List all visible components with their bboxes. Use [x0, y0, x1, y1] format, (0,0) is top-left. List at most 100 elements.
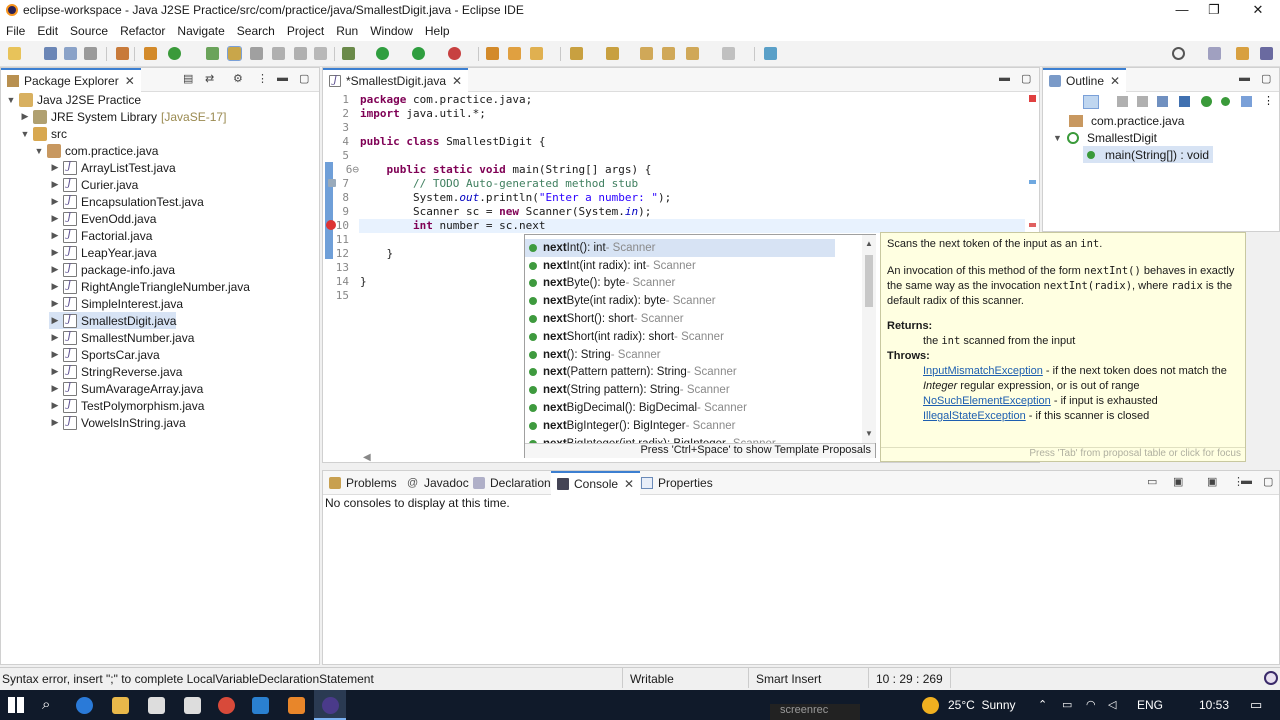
- proposal-item[interactable]: nextBigInteger(int radix) : BigInteger -…: [525, 435, 835, 443]
- show-members-icon[interactable]: [1201, 96, 1212, 107]
- chevron-right-icon[interactable]: ▶: [49, 366, 61, 377]
- menu-help[interactable]: Help: [425, 24, 450, 38]
- tree-file[interactable]: ▶ TestPolymorphism.java: [49, 397, 204, 414]
- open-console-icon[interactable]: ▣: [1207, 475, 1217, 488]
- tree-file[interactable]: ▶ package-info.java: [49, 261, 175, 278]
- tree-file[interactable]: ▶ SimpleInterest.java: [49, 295, 183, 312]
- store-icon[interactable]: [148, 697, 165, 714]
- menu-run[interactable]: Run: [336, 24, 358, 38]
- proposal-item[interactable]: next BigInteger() : BigInteger - Scanner: [525, 417, 835, 435]
- scroll-left-icon[interactable]: ◀: [363, 452, 371, 463]
- new-java-project-icon[interactable]: [168, 47, 181, 60]
- print-icon[interactable]: [84, 47, 97, 60]
- chevron-right-icon[interactable]: ▶: [49, 298, 61, 309]
- pin-console-icon[interactable]: ▭: [1147, 475, 1157, 488]
- proposal-scrollbar[interactable]: ▲ ▼: [862, 235, 876, 443]
- wifi-icon[interactable]: ◠: [1086, 698, 1096, 711]
- weather-text[interactable]: 25°C Sunny: [948, 698, 1016, 712]
- toggle-word-wrap-icon[interactable]: [272, 47, 285, 60]
- notifications-icon[interactable]: ▭: [1250, 697, 1262, 713]
- view-menu-icon[interactable]: ⋮: [1263, 94, 1274, 107]
- chevron-right-icon[interactable]: ▶: [49, 281, 61, 292]
- back-icon[interactable]: [662, 47, 675, 60]
- overview-error-mark[interactable]: [1029, 223, 1036, 227]
- search-icon[interactable]: ⌕: [42, 696, 50, 713]
- network-icon[interactable]: ▭: [1062, 698, 1072, 711]
- chevron-right-icon[interactable]: ▶: [49, 315, 61, 326]
- link-input-mismatch[interactable]: InputMismatchException: [923, 365, 1043, 377]
- menu-file[interactable]: File: [6, 24, 25, 38]
- run-icon[interactable]: [376, 47, 389, 60]
- show-whitespace-icon[interactable]: [294, 47, 307, 60]
- tree-jre[interactable]: ▶ JRE System Library [JavaSE-17]: [19, 108, 226, 125]
- menu-refactor[interactable]: Refactor: [120, 24, 165, 38]
- tree-project[interactable]: ▼ Java J2SE Practice: [5, 91, 141, 108]
- edge-icon[interactable]: [76, 697, 93, 714]
- proposal-item[interactable]: next Short() : short - Scanner: [525, 310, 835, 328]
- open-type-icon[interactable]: [144, 47, 157, 60]
- chevron-right-icon[interactable]: ▶: [49, 230, 61, 241]
- close-icon[interactable]: ✕: [624, 477, 634, 491]
- tab-smallestdigit[interactable]: *SmallestDigit.java ✕: [323, 68, 469, 92]
- chevron-right-icon[interactable]: ▶: [49, 417, 61, 428]
- chevron-right-icon[interactable]: ▶: [49, 162, 61, 173]
- chevron-down-icon[interactable]: ▼: [1053, 133, 1065, 143]
- tree-file[interactable]: ▶ EncapsulationTest.java: [49, 193, 204, 210]
- tab-outline[interactable]: Outline ✕: [1043, 68, 1127, 92]
- menu-source[interactable]: Source: [70, 24, 108, 38]
- close-icon[interactable]: ✕: [452, 74, 462, 88]
- vscode-icon[interactable]: [252, 697, 269, 714]
- save-all-icon[interactable]: [64, 47, 77, 60]
- link-illegal-state[interactable]: IllegalStateException: [923, 410, 1026, 422]
- tree-file[interactable]: ▶ ArrayListTest.java: [49, 159, 176, 176]
- scroll-up-icon[interactable]: ▲: [865, 239, 873, 248]
- clock[interactable]: 10:53: [1199, 698, 1229, 712]
- tree-file[interactable]: ▶ Factorial.java: [49, 227, 152, 244]
- hide-fields-icon[interactable]: [1117, 96, 1128, 107]
- display-console-icon[interactable]: ▣: [1173, 475, 1183, 488]
- mark-occurrences-icon[interactable]: [227, 46, 242, 61]
- chevron-right-icon[interactable]: ▶: [19, 111, 31, 122]
- save-icon[interactable]: [44, 47, 57, 60]
- scroll-thumb[interactable]: [865, 255, 873, 307]
- tree-file[interactable]: ▶ Curier.java: [49, 176, 138, 193]
- chevron-right-icon[interactable]: ▶: [49, 179, 61, 190]
- tree-file[interactable]: ▶ SumAvarageArray.java: [49, 380, 203, 397]
- public-filter-icon[interactable]: [1221, 97, 1230, 106]
- proposal-item[interactable]: next Byte() : byte - Scanner: [525, 275, 835, 293]
- open-perspective-icon[interactable]: [1208, 47, 1221, 60]
- menu-search[interactable]: Search: [237, 24, 275, 38]
- next-annotation-icon[interactable]: [570, 47, 583, 60]
- maximize-view-icon[interactable]: ▢: [1021, 72, 1031, 85]
- tab-console[interactable]: Console ✕: [551, 471, 641, 495]
- open-task-icon[interactable]: [486, 47, 499, 60]
- paragraph-icon[interactable]: [314, 47, 327, 60]
- tree-file[interactable]: ▶ SportsCar.java: [49, 346, 160, 363]
- link-editor-icon[interactable]: ⇄: [205, 72, 214, 85]
- new-icon[interactable]: [8, 47, 21, 60]
- hide-nonpublic-icon[interactable]: [1157, 96, 1168, 107]
- menu-edit[interactable]: Edit: [37, 24, 58, 38]
- javadoc-hover[interactable]: Scans the next token of the input as an …: [880, 232, 1246, 462]
- minimize-view-icon[interactable]: ▬: [1241, 475, 1252, 487]
- minimize-view-icon[interactable]: ▬: [1239, 72, 1250, 84]
- proposal-item[interactable]: next Short(int radix) : short - Scanner: [525, 328, 835, 346]
- tree-file[interactable]: ▶ EvenOdd.java: [49, 210, 156, 227]
- scroll-down-icon[interactable]: ▼: [865, 429, 873, 438]
- view-menu-icon[interactable]: ⋮: [257, 72, 268, 85]
- back-dropdown-icon[interactable]: [686, 47, 699, 60]
- last-edit-icon[interactable]: [640, 47, 653, 60]
- chevron-right-icon[interactable]: ▶: [49, 383, 61, 394]
- build-icon[interactable]: [116, 47, 129, 60]
- tab-declaration[interactable]: Declaration: [467, 471, 557, 495]
- task-icon[interactable]: [206, 47, 219, 60]
- volume-icon[interactable]: ◁: [1108, 698, 1116, 711]
- close-button[interactable]: ✕: [1238, 0, 1278, 20]
- proposal-item[interactable]: next() : String - Scanner: [525, 346, 835, 364]
- chevron-right-icon[interactable]: ▶: [49, 264, 61, 275]
- tab-problems[interactable]: Problems: [323, 471, 403, 495]
- pin-editor-icon[interactable]: [764, 47, 777, 60]
- coverage-icon[interactable]: [412, 47, 425, 60]
- proposal-item[interactable]: next Int(int radix) : int - Scanner: [525, 257, 835, 275]
- java-icon[interactable]: [288, 697, 305, 714]
